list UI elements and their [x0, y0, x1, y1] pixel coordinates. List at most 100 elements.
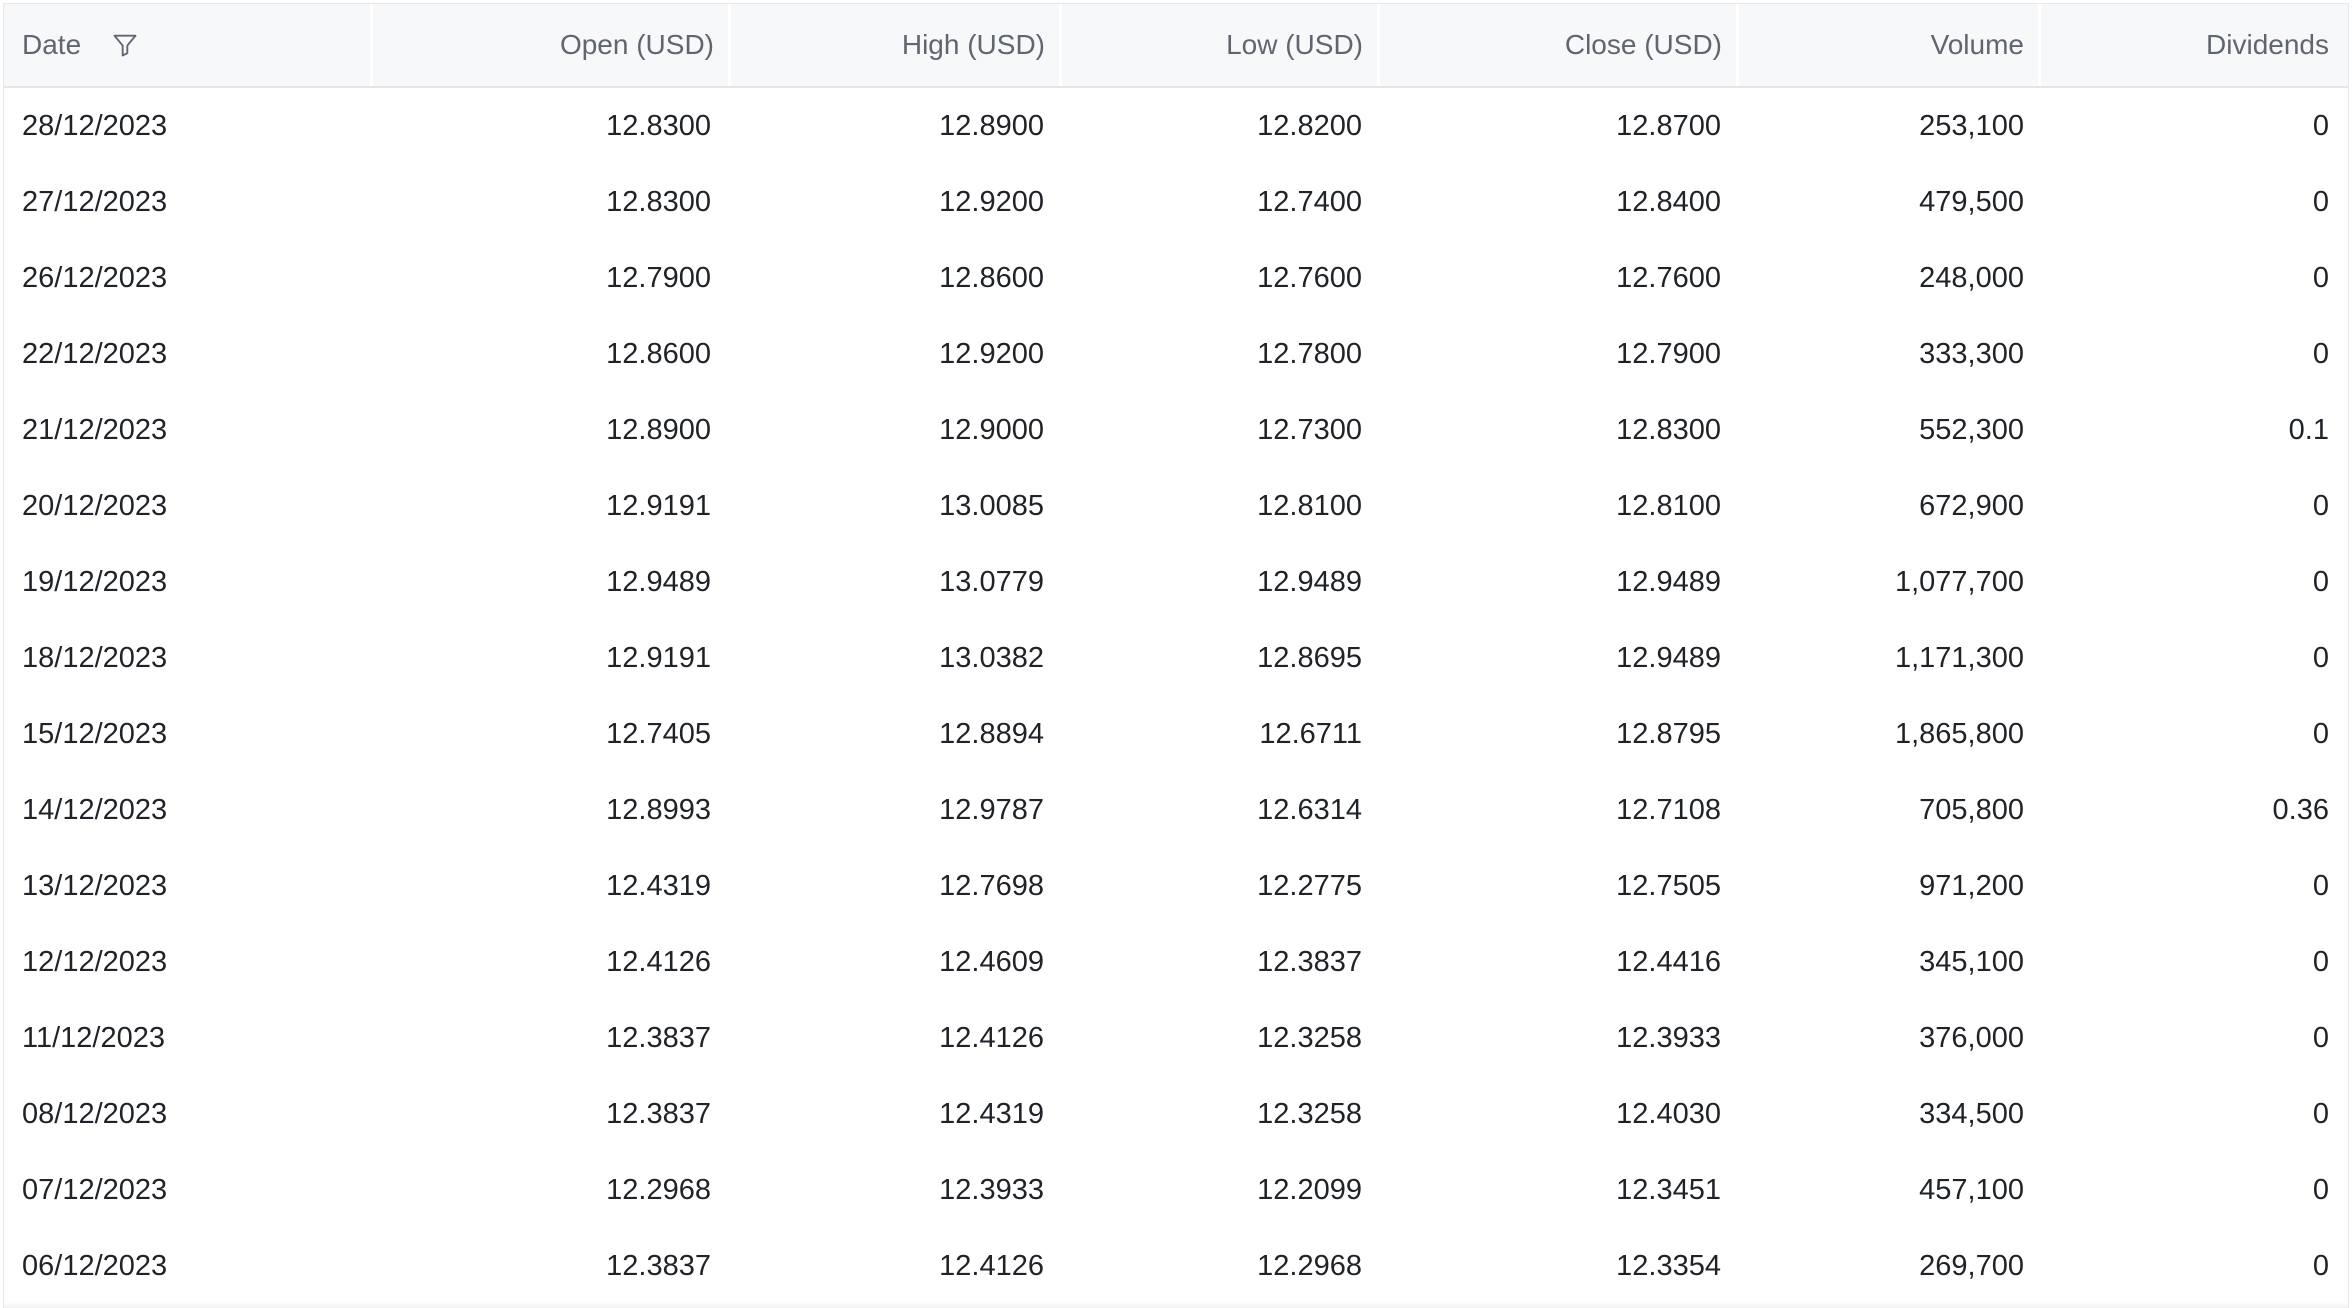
table-row[interactable]: 21/12/2023 12.8900 12.9000 12.7300 12.8300 55…	[4, 392, 2348, 468]
cell-dividends: 0	[2312, 869, 2329, 902]
cell-dividends: 0	[2312, 1097, 2329, 1130]
cell-date: 13/12/2023	[22, 869, 168, 902]
cell-date: 20/12/2023	[22, 489, 168, 522]
table-row[interactable]: 22/12/2023 12.8600 12.9200 12.7800 12.7900 33…	[4, 316, 2348, 392]
cell-volume: 479,500	[1919, 185, 2024, 218]
column-header-open[interactable]: Open (USD)	[370, 4, 728, 86]
cell-dividends: 0	[2312, 185, 2329, 218]
column-header-date[interactable]: Date	[4, 4, 370, 86]
cell-low: 12.2968	[1257, 1249, 1362, 1282]
cell-date: 06/12/2023	[22, 1249, 168, 1282]
table-row[interactable]: 27/12/2023 12.8300 12.9200 12.7400 12.8400 47…	[4, 164, 2348, 240]
cell-dividends: 0	[2312, 261, 2329, 294]
cell-high: 12.4126	[939, 1249, 1044, 1282]
cell-high: 12.9200	[939, 337, 1044, 370]
cell-low: 12.2775	[1257, 869, 1362, 902]
cell-volume: 345,100	[1919, 945, 2024, 978]
cell-date: 26/12/2023	[22, 261, 168, 294]
cell-low: 12.8200	[1257, 109, 1362, 142]
table-row[interactable]: 11/12/2023 12.3837 12.4126 12.3258 12.3933 37…	[4, 1000, 2348, 1076]
table-row[interactable]: 20/12/2023 12.9191 13.0085 12.8100 12.8100 67…	[4, 468, 2348, 544]
cell-date: 08/12/2023	[22, 1097, 168, 1130]
cell-close: 12.3933	[1616, 1021, 1721, 1054]
cell-open: 12.8300	[606, 109, 711, 142]
table-row[interactable]: 06/12/2023 12.3837 12.4126 12.2968 12.3354 26…	[4, 1228, 2348, 1304]
cell-dividends: 0	[2312, 489, 2329, 522]
cell-date: 18/12/2023	[22, 641, 168, 674]
cell-low: 12.8100	[1257, 489, 1362, 522]
cell-low: 12.8695	[1257, 641, 1362, 674]
cell-low: 12.7400	[1257, 185, 1362, 218]
column-header-low[interactable]: Low (USD)	[1059, 4, 1377, 86]
cell-date: 28/12/2023	[22, 109, 168, 142]
table-row[interactable]: 07/12/2023 12.2968 12.3933 12.2099 12.3451 45…	[4, 1152, 2348, 1228]
column-header-volume[interactable]: Volume	[1736, 4, 2038, 86]
column-header-close[interactable]: Close (USD)	[1377, 4, 1736, 86]
column-header-label: Close (USD)	[1564, 29, 1722, 60]
column-header-dividends[interactable]: Dividends	[2038, 4, 2348, 86]
cell-high: 12.8900	[939, 109, 1044, 142]
table-row[interactable]: 26/12/2023 12.7900 12.8600 12.7600 12.7600 24…	[4, 240, 2348, 316]
cell-low: 12.6314	[1257, 793, 1362, 826]
cell-close: 12.7600	[1616, 261, 1721, 294]
cell-high: 12.9200	[939, 185, 1044, 218]
cell-high: 12.8600	[939, 261, 1044, 294]
cell-date: 12/12/2023	[22, 945, 168, 978]
price-history-table: Date Open (USD) High (USD) Low (USD) Clo…	[3, 3, 2349, 1308]
cell-close: 12.7505	[1616, 869, 1721, 902]
cell-volume: 269,700	[1919, 1249, 2024, 1282]
cell-dividends: 0	[2312, 565, 2329, 598]
cell-dividends: 0	[2312, 717, 2329, 750]
cell-volume: 333,300	[1919, 337, 2024, 370]
cell-volume: 376,000	[1919, 1021, 2024, 1054]
cell-high: 13.0382	[939, 641, 1044, 674]
cell-high: 12.9000	[939, 413, 1044, 446]
column-header-label: Low (USD)	[1226, 29, 1363, 60]
cell-low: 12.7800	[1257, 337, 1362, 370]
cell-open: 12.3837	[606, 1021, 711, 1054]
cell-volume: 1,865,800	[1894, 717, 2024, 750]
table-row[interactable]: 08/12/2023 12.3837 12.4319 12.3258 12.4030 33…	[4, 1076, 2348, 1152]
cell-close: 12.3354	[1616, 1249, 1721, 1282]
cell-close: 12.3451	[1616, 1173, 1721, 1206]
cell-open: 12.9191	[606, 641, 711, 674]
table-row[interactable]: 15/12/2023 12.7405 12.8894 12.6711 12.8795 1,…	[4, 696, 2348, 772]
cell-volume: 552,300	[1919, 413, 2024, 446]
cell-high: 12.4126	[939, 1021, 1044, 1054]
column-header-label: High (USD)	[901, 29, 1045, 60]
filter-icon[interactable]	[107, 27, 143, 63]
table-row[interactable]: 14/12/2023 12.8993 12.9787 12.6314 12.7108 70…	[4, 772, 2348, 848]
cell-date: 21/12/2023	[22, 413, 168, 446]
cell-high: 13.0779	[939, 565, 1044, 598]
cell-dividends: 0	[2312, 1173, 2329, 1206]
cell-date: 14/12/2023	[22, 793, 168, 826]
cell-date: 07/12/2023	[22, 1173, 168, 1206]
cell-open: 12.2968	[606, 1173, 711, 1206]
cell-open: 12.7405	[606, 717, 711, 750]
cell-dividends: 0	[2312, 337, 2329, 370]
cell-close: 12.8700	[1616, 109, 1721, 142]
cell-volume: 253,100	[1919, 109, 2024, 142]
cell-date: 27/12/2023	[22, 185, 168, 218]
cell-close: 12.8795	[1616, 717, 1721, 750]
cell-volume: 248,000	[1919, 261, 2024, 294]
cell-close: 12.8100	[1616, 489, 1721, 522]
cell-high: 12.4319	[939, 1097, 1044, 1130]
cell-low: 12.7300	[1257, 413, 1362, 446]
table-row[interactable]: 12/12/2023 12.4126 12.4609 12.3837 12.4416 34…	[4, 924, 2348, 1000]
column-header-label: Date	[22, 29, 82, 60]
column-header-high[interactable]: High (USD)	[728, 4, 1059, 86]
table-body: 28/12/2023 12.8300 12.8900 12.8200 12.8700 25…	[4, 88, 2348, 1304]
cell-volume: 1,171,300	[1894, 641, 2024, 674]
cell-low: 12.7600	[1257, 261, 1362, 294]
table-row[interactable]: 13/12/2023 12.4319 12.7698 12.2775 12.7505 97…	[4, 848, 2348, 924]
cell-dividends: 0.36	[2272, 793, 2329, 826]
cell-open: 12.8900	[606, 413, 711, 446]
cell-close: 12.8400	[1616, 185, 1721, 218]
table-row[interactable]: 19/12/2023 12.9489 13.0779 12.9489 12.9489 1,…	[4, 544, 2348, 620]
table-header: Date Open (USD) High (USD) Low (USD) Clo…	[4, 4, 2348, 88]
cell-open: 12.8300	[606, 185, 711, 218]
table-row[interactable]: 18/12/2023 12.9191 13.0382 12.8695 12.9489 1,…	[4, 620, 2348, 696]
column-header-label: Open (USD)	[559, 29, 714, 60]
table-row[interactable]: 28/12/2023 12.8300 12.8900 12.8200 12.8700 25…	[4, 88, 2348, 164]
